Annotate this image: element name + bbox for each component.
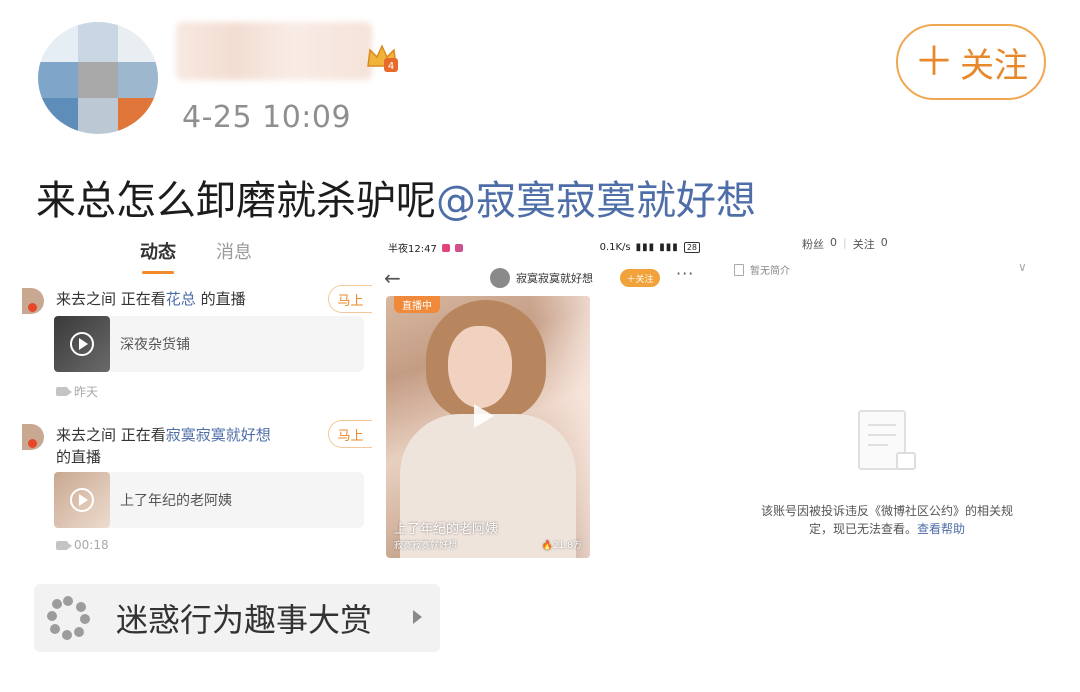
feed-action: 正在看 — [116, 290, 166, 308]
restricted-doc-icon — [858, 410, 916, 470]
fans-count: 0 — [830, 236, 837, 249]
play-icon — [70, 332, 94, 356]
live-card[interactable]: 深夜杂货铺 — [54, 316, 364, 372]
feed-time: 00:18 — [74, 538, 109, 552]
back-arrow-icon[interactable]: ← — [384, 266, 401, 290]
feed-suffix: 的直播 — [195, 290, 246, 308]
camera-icon — [56, 387, 72, 396]
battery-icon: 28 — [683, 242, 700, 253]
follow-button[interactable]: ＋ 关注 — [896, 24, 1046, 100]
app-icon — [454, 243, 463, 252]
tile-footer: 寂寞寂寞就好想 🔥21.8万 — [394, 538, 582, 551]
live-stream-tile[interactable]: 直播中 上了年纪的老阿姨 寂寞寂寞就好想 🔥21.8万 — [386, 296, 590, 558]
feed-avatar[interactable] — [22, 424, 44, 450]
doc-icon — [734, 263, 744, 276]
status-time: 半夜12:47 — [388, 244, 437, 255]
help-link[interactable]: 查看帮助 — [917, 522, 965, 536]
app-icon — [441, 243, 450, 252]
phone-nav-bar: ← 寂寞寂寞就好想 ＋关注 ··· — [380, 262, 706, 296]
notice-text: 该账号因被投诉违反《微博社区公约》的相关规定，现已无法查看。 — [760, 504, 1013, 536]
divider: | — [843, 236, 847, 249]
watch-now-button[interactable]: 马上 — [328, 285, 372, 313]
watch-now-button[interactable]: 马上 — [328, 420, 372, 448]
feed-line: 来去之间 正在看寂寞寂寞就好想 — [56, 424, 271, 445]
follows-label: 关注 — [852, 238, 875, 251]
feed-liver[interactable]: 寂寞寂寞就好想 — [166, 426, 271, 444]
live-badge: 直播中 — [394, 296, 440, 313]
card-title: 上了年纪的老阿姨 — [120, 493, 232, 509]
mini-avatar — [490, 268, 510, 288]
tab-messages[interactable]: 消息 — [216, 238, 252, 264]
username[interactable] — [176, 22, 372, 80]
plus-icon: ＋ — [914, 39, 954, 85]
live-card[interactable]: 上了年纪的老阿姨 — [54, 472, 364, 528]
crown-badge-icon: 4 — [367, 44, 398, 72]
topic-label: 迷惑行为趣事大赏 — [116, 601, 373, 639]
profile-intro: 暂无简介 — [734, 262, 790, 277]
topic-chip[interactable]: 迷惑行为趣事大赏 — [34, 584, 440, 652]
feed-suffix: 的直播 — [56, 448, 102, 466]
status-bar: 半夜12:47 0.1K/s ▮▮▮ ▮▮▮ 28 — [388, 240, 700, 255]
signal-icon: ▮▮▮ ▮▮▮ — [635, 242, 679, 253]
lock-icon — [896, 452, 916, 470]
feed-user[interactable]: 来去之间 — [56, 426, 116, 444]
camera-icon — [56, 540, 72, 550]
tile-title: 上了年纪的老阿姨 — [394, 522, 499, 537]
mention-link[interactable]: @寂寞寂寞就好想 — [436, 178, 756, 224]
feed-meta: 昨天 — [56, 383, 98, 400]
nav-follow-button[interactable]: ＋关注 — [620, 269, 660, 287]
chevron-right-icon — [413, 610, 422, 624]
post-body: 来总怎么卸磨就杀驴呢 — [36, 178, 436, 224]
profile-stats: 粉丝 0 | 关注 0 — [802, 236, 888, 252]
avatar[interactable] — [38, 22, 158, 134]
chevron-down-icon[interactable]: ∨ — [1018, 260, 1027, 274]
feed-user[interactable]: 来去之间 — [56, 290, 116, 308]
play-icon[interactable] — [474, 404, 494, 428]
nav-user[interactable]: 寂寞寂寞就好想 — [490, 268, 593, 288]
follows-count: 0 — [880, 236, 888, 249]
live-thumbnail — [54, 472, 110, 528]
live-thumbnail — [54, 316, 110, 372]
post-timestamp: 4-25 10:09 — [182, 100, 352, 135]
more-icon[interactable]: ··· — [676, 264, 694, 283]
feed-time: 昨天 — [74, 385, 99, 399]
feed-meta: 00:18 — [56, 538, 109, 552]
tile-user: 寂寞寂寞就好想 — [394, 541, 458, 551]
feed-avatar[interactable] — [22, 288, 44, 314]
tab-bar: 动态 消息 — [140, 238, 252, 274]
intro-text: 暂无简介 — [750, 266, 790, 277]
card-title: 深夜杂货铺 — [120, 337, 190, 353]
tab-activity[interactable]: 动态 — [140, 238, 176, 274]
heat-count: 21.8万 — [552, 541, 582, 551]
feed-line-cont: 的直播 — [56, 446, 101, 467]
tile-heat: 🔥21.8万 — [541, 541, 582, 551]
svg-text:4: 4 — [388, 61, 394, 72]
feed-line: 来去之间 正在看花总 的直播 — [56, 288, 246, 309]
fans-label: 粉丝 — [802, 238, 824, 251]
play-icon — [70, 488, 94, 512]
post-text: 来总怎么卸磨就杀驴呢@寂寞寂寞就好想 — [36, 168, 756, 226]
restricted-notice: 该账号因被投诉违反《微博社区公约》的相关规定，现已无法查看。查看帮助 — [752, 502, 1022, 538]
topic-icon — [34, 584, 102, 652]
feed-action: 正在看 — [116, 426, 166, 444]
follow-label: 关注 — [960, 45, 1028, 86]
network-speed: 0.1K/s — [599, 242, 631, 253]
feed-liver[interactable]: 花总 — [166, 290, 196, 308]
tile-figure-face — [448, 326, 512, 408]
nav-username: 寂寞寂寞就好想 — [516, 272, 593, 285]
